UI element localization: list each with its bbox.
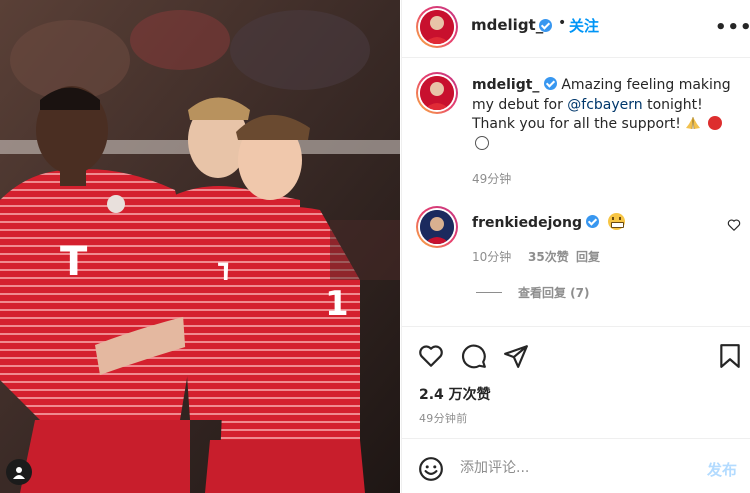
author-avatar[interactable] xyxy=(416,6,458,48)
commenter-username[interactable]: frenkiedejong xyxy=(472,215,582,231)
post-photo[interactable]: T T 1 xyxy=(0,0,400,493)
replies-divider-line xyxy=(476,292,502,293)
svg-text:1: 1 xyxy=(325,284,349,324)
post-photo-image: T T 1 xyxy=(0,0,400,493)
comment-input[interactable] xyxy=(460,453,690,483)
comment-text: frenkiedejong xyxy=(472,213,625,231)
mention-link[interactable]: @fcbayern xyxy=(567,97,642,113)
more-options-icon[interactable]: ••• xyxy=(715,17,750,38)
caption-author-avatar[interactable] xyxy=(416,72,458,114)
tagged-users-icon[interactable] xyxy=(6,459,32,485)
caption-time: 49分钟 xyxy=(472,172,512,186)
separator-dot: • xyxy=(558,15,567,31)
post-comment-button[interactable]: 发布 xyxy=(707,459,737,480)
comment-like-heart-icon[interactable] xyxy=(727,218,741,232)
likes-count[interactable]: 2.4 万次赞 xyxy=(419,384,491,404)
post-timestamp[interactable]: 49分钟前 xyxy=(419,410,468,426)
add-comment-bar: 发布 xyxy=(402,438,750,493)
author-username[interactable]: mdeligt_ xyxy=(471,16,543,34)
comment-likes-link[interactable]: 35次赞 xyxy=(528,248,576,265)
folded-hands-icon xyxy=(686,116,701,130)
bookmark-icon[interactable] xyxy=(717,343,743,369)
caption-text: mdeligt_ Amazing feeling making my debut… xyxy=(472,76,732,154)
grinning-face-icon xyxy=(607,213,625,230)
post-side-panel: mdeligt_ • 关注 ••• mdeligt_ Amazing feeli… xyxy=(401,0,750,493)
verified-badge-icon xyxy=(586,215,600,228)
comment-meta: 10分钟 35次赞 回复 xyxy=(472,248,600,265)
post-actions-bar xyxy=(402,326,750,382)
verified-badge-icon xyxy=(543,77,557,90)
red-circle-icon xyxy=(707,116,722,130)
post-header: mdeligt_ • 关注 ••• xyxy=(402,0,750,58)
reply-button[interactable]: 回复 xyxy=(576,248,600,265)
caption-username[interactable]: mdeligt_ xyxy=(472,77,539,93)
white-circle-icon xyxy=(475,135,489,150)
view-replies-label[interactable]: 查看回复 (7) xyxy=(518,284,590,301)
heart-icon[interactable] xyxy=(418,343,444,369)
svg-text:T: T xyxy=(60,239,88,285)
commenter-avatar[interactable] xyxy=(416,206,458,248)
comment-time: 10分钟 xyxy=(472,250,512,264)
verified-badge-icon xyxy=(539,19,552,32)
view-replies-button[interactable]: 查看回复 (7) xyxy=(476,284,590,301)
follow-button[interactable]: 关注 xyxy=(569,15,599,36)
emoji-picker-icon[interactable] xyxy=(418,456,444,482)
comment-icon[interactable] xyxy=(461,343,487,369)
share-icon[interactable] xyxy=(503,343,529,369)
